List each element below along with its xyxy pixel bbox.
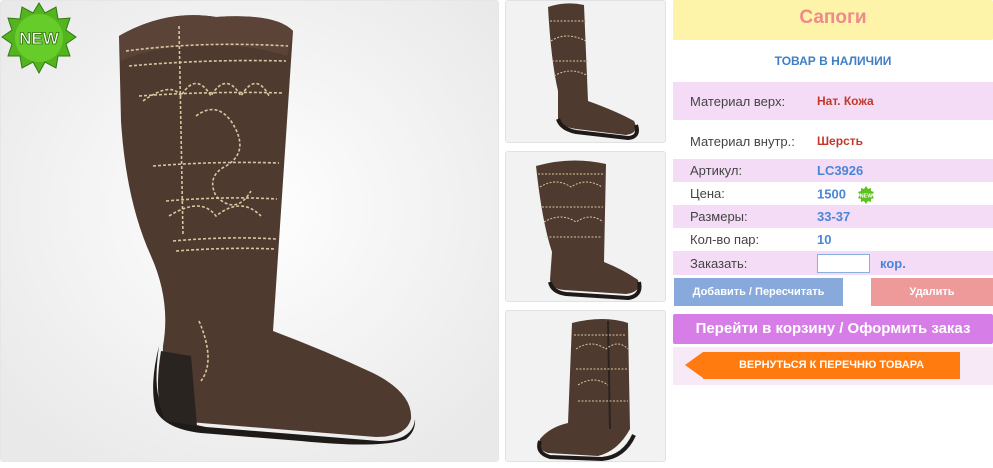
back-area: ВЕРНУТЬСЯ К ПЕРЕЧНЮ ТОВАРА (673, 347, 993, 385)
delete-button[interactable]: Удалить (871, 278, 993, 306)
product-info-panel: Сапоги ТОВАР В НАЛИЧИИ Материал верх: На… (673, 0, 993, 385)
new-mini-icon: NEW (857, 186, 874, 204)
pairs-label: Кол-во пар: (690, 232, 760, 247)
thumbnail-3[interactable] (505, 310, 666, 462)
new-mini-text: NEW (860, 194, 874, 200)
order-unit: кор. (880, 256, 906, 271)
price-value-wrap: 1500 NEW (817, 186, 875, 204)
row-material-inner: Материал внутр.: Шерсть (673, 121, 993, 159)
thumbnail-2[interactable] (505, 151, 666, 302)
price-value: 1500 (817, 186, 846, 202)
material-inner-value: Шерсть (817, 134, 863, 148)
boot-thumbnail-inner (537, 319, 636, 461)
add-recalculate-button[interactable]: Добавить / Пересчитать (674, 278, 843, 306)
material-inner-label: Материал внутр.: (690, 134, 795, 149)
row-sizes: Размеры: 33-37 (673, 205, 993, 228)
product-title: Сапоги (673, 0, 993, 40)
new-badge: NEW (1, 2, 77, 75)
go-to-cart-button[interactable]: Перейти в корзину / Оформить заказ (673, 314, 993, 344)
order-quantity-input[interactable] (817, 254, 870, 273)
row-material-upper: Материал верх: Нат. Кожа (673, 82, 993, 120)
article-label: Артикул: (690, 163, 743, 178)
thumbnail-1[interactable] (505, 0, 666, 143)
material-upper-label: Материал верх: (690, 94, 786, 109)
article-value: LC3926 (817, 163, 864, 178)
sizes-value: 33-37 (817, 209, 851, 224)
back-to-list-button[interactable]: ВЕРНУТЬСЯ К ПЕРЕЧНЮ ТОВАРА (703, 352, 960, 379)
row-pairs: Кол-во пар: 10 (673, 228, 993, 251)
stock-status: ТОВАР В НАЛИЧИИ (774, 54, 892, 68)
cart-action-buttons: Добавить / Пересчитать Удалить (673, 276, 993, 309)
product-page: NEW Сапоги ТОВАР В НАЛИЧИИ Материал верх… (0, 0, 993, 468)
order-label: Заказать: (690, 256, 748, 271)
new-badge-text: NEW (19, 29, 60, 48)
row-order: Заказать: кор. (673, 251, 993, 275)
row-article: Артикул: LC3926 (673, 159, 993, 182)
price-label: Цена: (690, 186, 725, 201)
material-upper-value: Нат. Кожа (817, 94, 874, 108)
sizes-label: Размеры: (690, 209, 748, 224)
boot-thumbnail-front (536, 160, 642, 301)
boot-thumbnail-side (548, 3, 639, 141)
back-arrow-icon[interactable] (685, 352, 703, 378)
row-price: Цена: 1500 NEW (673, 182, 993, 205)
pairs-value: 10 (817, 232, 832, 247)
main-product-image[interactable]: NEW (0, 0, 499, 462)
